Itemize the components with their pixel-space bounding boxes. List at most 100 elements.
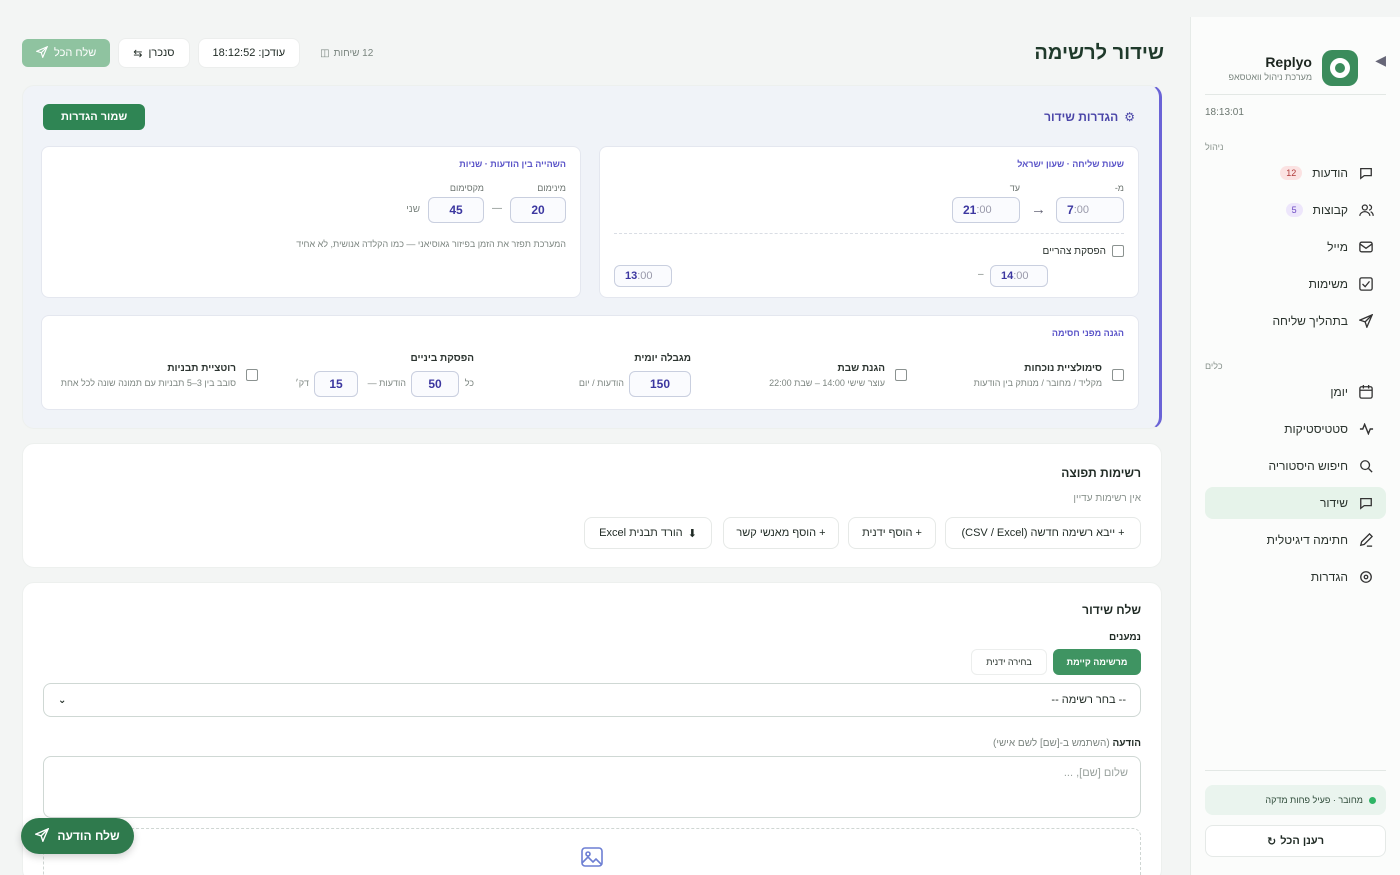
sidebar-item-signature[interactable]: חתימה דיגיטלית [1205, 524, 1386, 556]
presence-desc: מקליד / מחובר / מנותק בין הודעות [973, 378, 1102, 388]
min-delay-value: 20 [531, 203, 545, 217]
recipients-label: נמענים [1109, 632, 1141, 643]
add-manual-button[interactable]: + הוסף ידנית [848, 517, 936, 549]
delay-unit: שני [406, 204, 420, 215]
settings-title: ⚙ הגדרות שידור [1044, 110, 1135, 124]
lunch-break-checkbox[interactable] [1112, 245, 1124, 257]
max-delay-input[interactable]: 45 [428, 197, 484, 223]
min-delay-input[interactable]: 20 [510, 197, 566, 223]
sidebar-item-statistics[interactable]: סטטיסטיקות [1205, 413, 1386, 445]
template-rotation-checkbox[interactable] [246, 369, 258, 381]
sessions-text: 12 שיחות [333, 47, 374, 59]
max-label: מקסימום [449, 183, 484, 193]
sidebar-item-label: הגדרות [1310, 570, 1348, 584]
lunch-start-input[interactable]: 14 :00 [990, 265, 1048, 287]
shabbat-desc: עוצר שישי 14:00 – שבת 22:00 [769, 378, 885, 388]
sync-button[interactable]: ⇆ סנכרן [118, 38, 190, 68]
send-broadcast-card: שלח שידור נמענים מרשימה קיימת בחירה ידני… [22, 582, 1162, 875]
pause-minutes-input[interactable]: 15 [314, 371, 358, 397]
rotation-desc: סובב בין 3–5 תבניות עם תמונה שונה לכל אח… [60, 378, 236, 388]
hour-suffix: :00 [976, 204, 992, 216]
min-label: מינימום [537, 183, 566, 193]
last-updated-text: עודכן: 18:12:52 [212, 47, 286, 59]
sidebar-item-settings[interactable]: הגדרות [1205, 561, 1386, 593]
import-list-label: + ייבא רשימה חדשה (CSV / Excel) [961, 527, 1125, 539]
sidebar-item-groups[interactable]: קבוצות 5 [1205, 194, 1386, 226]
tab-existing-list[interactable]: מרשימה קיימת [1053, 649, 1141, 675]
sidebar-item-label: משימות [1308, 277, 1348, 291]
to-hour-input[interactable]: 21 :00 [952, 197, 1020, 223]
lists-title: רשימות תפוצה [1061, 466, 1141, 480]
page-header: שידור לרשימה שלח הכל ⇆ סנכרן עודכן: 18:1… [22, 36, 1164, 72]
sidebar-item-messages[interactable]: הודעות 12 [1205, 157, 1386, 189]
chat-icon [1358, 165, 1374, 181]
groups-badge: 5 [1285, 203, 1303, 217]
hour-suffix: :00 [1013, 270, 1029, 282]
shabbat-protection-checkbox[interactable] [895, 369, 907, 381]
pause-count-value: 50 [428, 377, 442, 391]
sidebar-item-history-search[interactable]: חיפוש היסטוריה [1205, 450, 1386, 482]
broadcast-settings-card: ⚙ הגדרות שידור שמור הגדרות שעות שליחה · … [22, 85, 1162, 429]
sidebar-item-calendar[interactable]: יומן [1205, 376, 1386, 408]
send-all-button[interactable]: שלח הכל [22, 39, 111, 67]
image-dropzone[interactable] [43, 828, 1141, 875]
pause-count-input[interactable]: 50 [411, 371, 459, 397]
activity-icon [1358, 421, 1374, 437]
rotation-title: רוטציית תבניות [167, 363, 236, 374]
refresh-all-button[interactable]: רענן הכל ↻ [1205, 825, 1386, 857]
mail-icon [1358, 239, 1374, 255]
send-all-label: שלח הכל [54, 47, 97, 59]
from-hour-value: 7 [1067, 203, 1074, 217]
send-icon [35, 45, 49, 61]
delay-label: השהייה בין הודעות · שניות [459, 159, 566, 169]
presence-simulation-checkbox[interactable] [1112, 369, 1124, 381]
message-textarea[interactable]: שלום [שם], ... [43, 756, 1141, 818]
pause-title: הפסקת ביניים [410, 353, 474, 364]
status-text: מחובר · פעיל פחות מדקה [1265, 795, 1363, 805]
collapse-icon[interactable]: ◀ [1375, 52, 1386, 69]
download-template-label: הורד תבנית Excel [599, 527, 683, 539]
send-hours-panel: שעות שליחה · שעון ישראל מ- עד 7 :00 → 21… [599, 146, 1139, 298]
sidebar-item-tasks[interactable]: משימות [1205, 268, 1386, 300]
logo [1322, 49, 1358, 86]
protection-label: הגנה מפני חסימה [1051, 328, 1124, 338]
send-message-fab[interactable]: שלח הודעה [21, 818, 134, 854]
add-manual-label: + הוסף ידנית [862, 527, 922, 539]
shabbat-title: הגנת שבת [837, 363, 885, 374]
presence-title: סימולציית נוכחות [1024, 363, 1102, 374]
sidebar-item-label: שידור [1319, 496, 1348, 510]
list-select-value: -- בחר רשימה -- [1051, 694, 1126, 706]
import-list-button[interactable]: + ייבא רשימה חדשה (CSV / Excel) [945, 517, 1141, 549]
refresh-all-label: רענן הכל [1280, 835, 1325, 847]
sidebar: ◀ Replyo מערכת ניהול וואטסאפ 18:13:01 ני… [1190, 17, 1400, 875]
lunch-end-input[interactable]: 13 :00 [614, 265, 672, 287]
sidebar-section-title: כלים [1205, 361, 1223, 371]
download-template-button[interactable]: ⬇ הורד תבנית Excel [584, 517, 712, 549]
sidebar-item-broadcast[interactable]: שידור [1205, 487, 1386, 519]
arrow-icon: → [1031, 201, 1046, 218]
from-hour-input[interactable]: 7 :00 [1056, 197, 1124, 223]
users-icon [1358, 202, 1374, 218]
message-delay-panel: השהייה בין הודעות · שניות מינימום מקסימו… [41, 146, 581, 298]
sidebar-item-mail[interactable]: מייל [1205, 231, 1386, 263]
page-title: שידור לרשימה [1034, 42, 1164, 64]
lunch-end-value: 13 [625, 270, 638, 282]
message-label-text: הודעה [1112, 738, 1141, 749]
image-icon [581, 847, 603, 872]
sync-label: סנכרן [148, 47, 175, 59]
save-settings-button[interactable]: שמור הגדרות [43, 104, 146, 130]
sessions-count: ◫ 12 שיחות [320, 48, 373, 59]
calendar-icon [1358, 384, 1374, 400]
daily-limit-input[interactable]: 150 [629, 371, 691, 397]
pause-msgs: הודעות — [367, 378, 406, 388]
tab-manual-selection[interactable]: בחירה ידנית [971, 649, 1047, 675]
brand: ◀ Replyo מערכת ניהול וואטסאפ [1205, 17, 1386, 95]
daily-limit-unit: הודעות / יום [578, 378, 624, 388]
sidebar-item-sending[interactable]: בתהליך שליחה [1205, 305, 1386, 337]
list-select[interactable]: -- בחר רשימה -- ⌄ [43, 683, 1141, 717]
add-from-contacts-button[interactable]: + הוסף מאנשי קשר [723, 517, 839, 549]
database-icon: ◫ [320, 47, 330, 59]
delay-note: המערכת תפזר את הזמן בפיזור גאוסיאני — כמ… [296, 239, 566, 249]
refresh-icon: ↻ [1266, 835, 1277, 848]
sidebar-item-label: חתימה דיגיטלית [1266, 533, 1348, 547]
